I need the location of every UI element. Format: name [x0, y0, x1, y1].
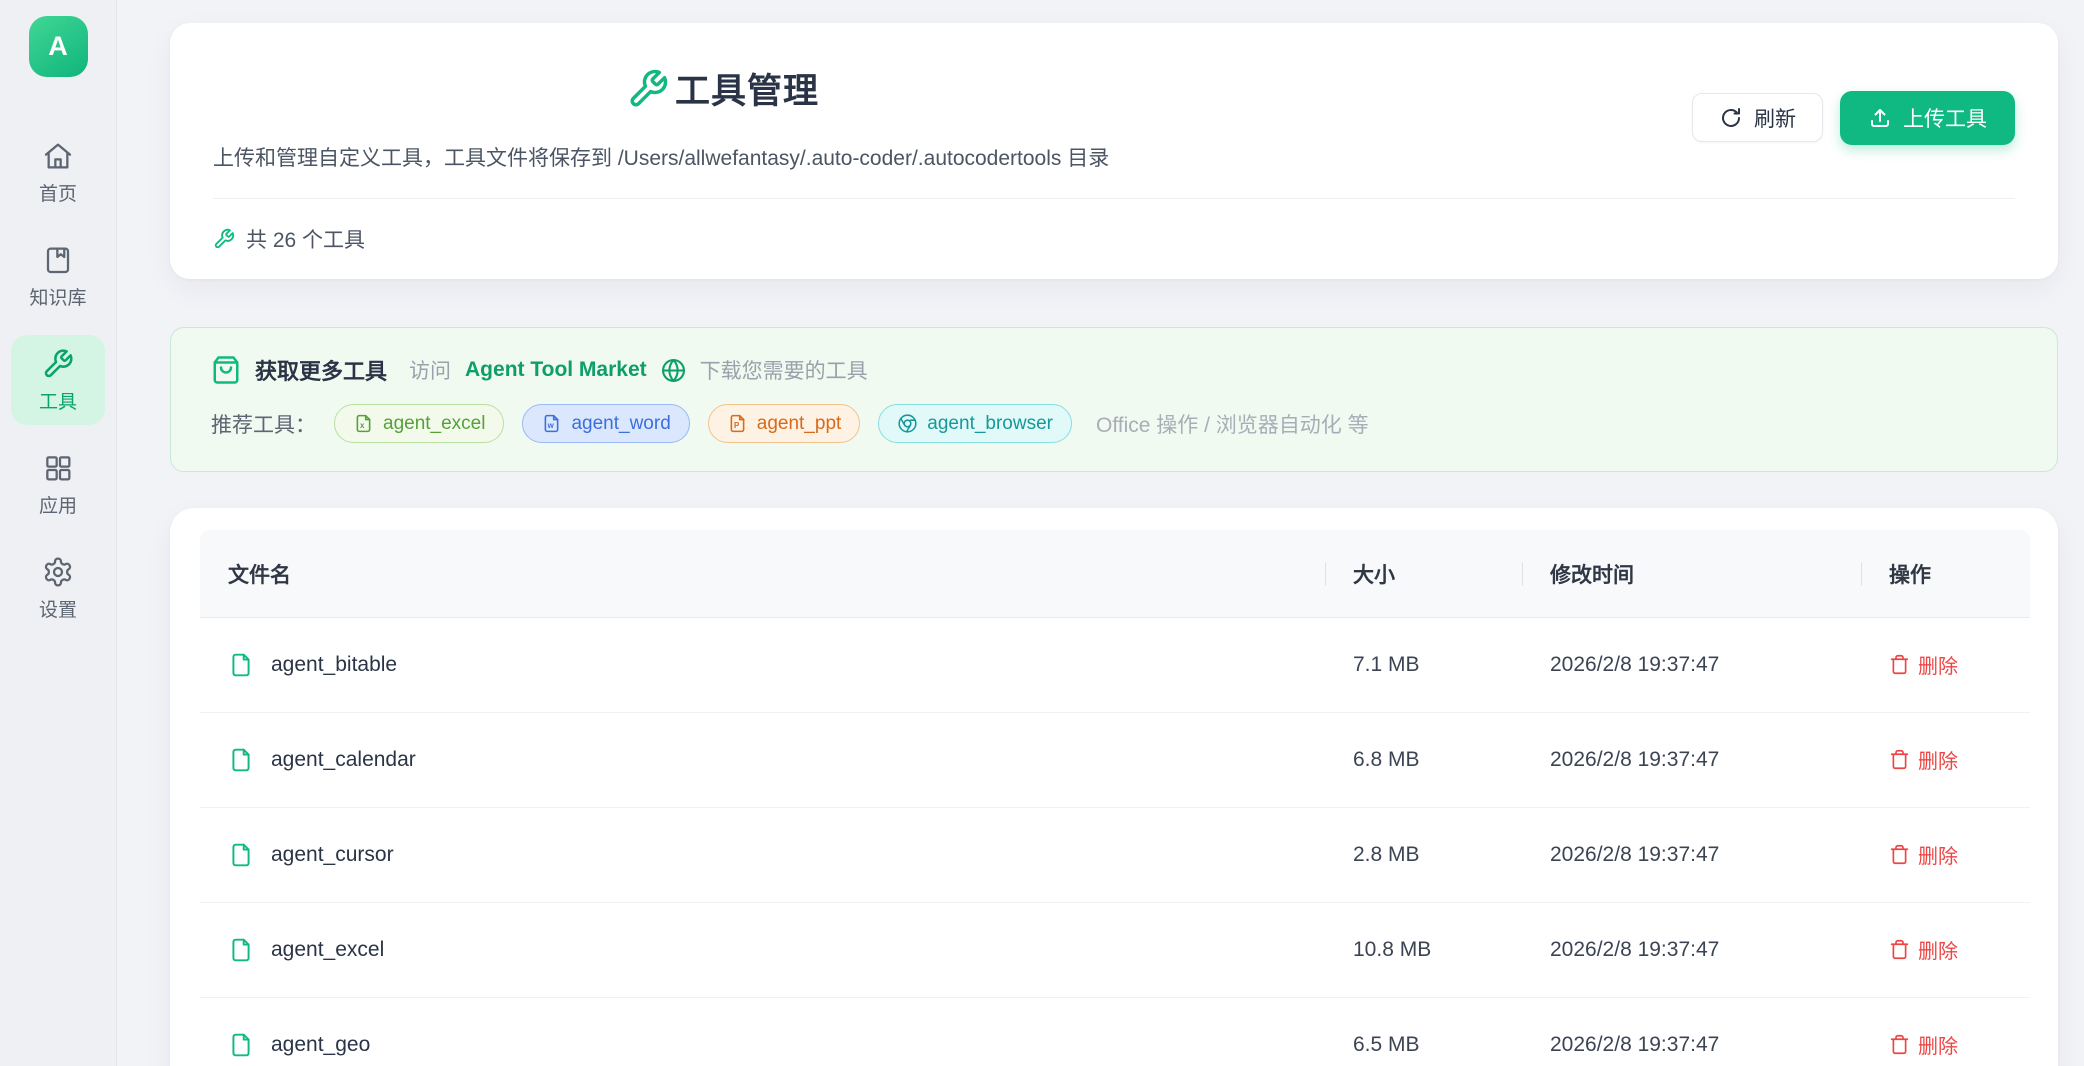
svg-text:x: x: [360, 421, 365, 430]
file-icon: [228, 1032, 254, 1058]
ppt-file-icon: P: [727, 413, 748, 434]
header-card: 工具管理 上传和管理自定义工具，工具文件将保存到 /Users/allwefan…: [170, 23, 2058, 279]
delete-button[interactable]: 删除: [1889, 1030, 1958, 1059]
avatar-letter: A: [48, 31, 68, 62]
tool-count-text: 共 26 个工具: [246, 224, 365, 254]
page-description: 上传和管理自定义工具，工具文件将保存到 /Users/allwefantasy/…: [213, 142, 1109, 172]
tool-market-banner: 获取更多工具 访问 Agent Tool Market 下载您需要的工具 推荐工…: [170, 327, 2058, 472]
refresh-icon: [1719, 106, 1743, 130]
sidebar-item-label: 工具: [39, 387, 77, 414]
refresh-button[interactable]: 刷新: [1692, 93, 1823, 142]
table-row: agent_bitable 7.1 MB 2026/2/8 19:37:47 删…: [200, 618, 2030, 713]
count-wrench-icon: [213, 228, 235, 250]
column-header-modified: 修改时间: [1522, 559, 1861, 589]
file-name: agent_bitable: [271, 653, 397, 677]
delete-button[interactable]: 删除: [1889, 745, 1958, 774]
excel-file-icon: x: [353, 413, 374, 434]
file-icon: [228, 747, 254, 773]
home-icon: [42, 140, 74, 172]
table-header-row: 文件名 大小 修改时间 操作: [200, 530, 2030, 618]
shopping-bag-icon: [211, 355, 241, 385]
file-modified: 2026/2/8 19:37:47: [1522, 653, 1861, 677]
file-modified: 2026/2/8 19:37:47: [1522, 843, 1861, 867]
sidebar-item-label: 设置: [39, 595, 77, 622]
globe-icon: [661, 358, 686, 383]
tags-note: Office 操作 / 浏览器自动化 等: [1096, 409, 1369, 439]
trash-icon: [1889, 1034, 1910, 1055]
table-row: agent_cursor 2.8 MB 2026/2/8 19:37:47 删除: [200, 808, 2030, 903]
tag-agent-word[interactable]: w agent_word: [522, 404, 689, 443]
file-size: 6.8 MB: [1325, 748, 1522, 772]
word-file-icon: w: [541, 413, 562, 434]
file-size: 2.8 MB: [1325, 843, 1522, 867]
file-name: agent_cursor: [271, 843, 394, 867]
tag-agent-excel[interactable]: x agent_excel: [334, 404, 504, 443]
delete-button[interactable]: 删除: [1889, 840, 1958, 869]
file-icon: [228, 842, 254, 868]
main-content: 工具管理 上传和管理自定义工具，工具文件将保存到 /Users/allwefan…: [117, 0, 2084, 1066]
file-name: agent_geo: [271, 1033, 370, 1057]
sidebar-item-apps[interactable]: 应用: [11, 439, 105, 529]
sidebar-item-label: 应用: [39, 491, 77, 518]
file-size: 6.5 MB: [1325, 1033, 1522, 1057]
file-name: agent_calendar: [271, 748, 416, 772]
wrench-icon: [42, 348, 74, 380]
settings-gear-icon: [42, 556, 74, 588]
sidebar-item-tools[interactable]: 工具: [11, 335, 105, 425]
sidebar: A 首页 知识库 工具 应用: [0, 0, 117, 1066]
avatar[interactable]: A: [29, 16, 88, 77]
page-title: 工具管理: [675, 63, 819, 114]
svg-text:w: w: [547, 421, 555, 430]
delete-button[interactable]: 删除: [1889, 650, 1958, 679]
trash-icon: [1889, 939, 1910, 960]
sidebar-item-knowledge[interactable]: 知识库: [11, 231, 105, 321]
column-header-filename: 文件名: [200, 559, 1325, 589]
browser-compass-icon: [897, 413, 918, 434]
file-icon: [228, 937, 254, 963]
tag-agent-ppt[interactable]: P agent_ppt: [708, 404, 861, 443]
table-row: agent_geo 6.5 MB 2026/2/8 19:37:47 删除: [200, 998, 2030, 1066]
table-row: agent_excel 10.8 MB 2026/2/8 19:37:47 删除: [200, 903, 2030, 998]
column-header-actions: 操作: [1861, 559, 2030, 589]
recommend-label: 推荐工具：: [211, 409, 316, 439]
trash-icon: [1889, 844, 1910, 865]
trash-icon: [1889, 749, 1910, 770]
agent-tool-market-link[interactable]: Agent Tool Market: [465, 358, 647, 382]
apps-icon: [42, 452, 74, 484]
svg-text:P: P: [734, 421, 739, 430]
tools-table-card: 文件名 大小 修改时间 操作 agent_bitable 7.1 MB 2026…: [170, 508, 2058, 1066]
banner-suffix-text: 下载您需要的工具: [700, 355, 868, 385]
sidebar-item-settings[interactable]: 设置: [11, 543, 105, 633]
upload-icon: [1868, 106, 1892, 130]
table-row: agent_calendar 6.8 MB 2026/2/8 19:37:47 …: [200, 713, 2030, 808]
file-name: agent_excel: [271, 938, 384, 962]
file-modified: 2026/2/8 19:37:47: [1522, 748, 1861, 772]
column-header-size: 大小: [1325, 559, 1522, 589]
file-size: 10.8 MB: [1325, 938, 1522, 962]
tool-wrench-icon: [627, 68, 669, 110]
sidebar-item-label: 知识库: [29, 283, 86, 310]
knowledge-icon: [42, 244, 74, 276]
delete-button[interactable]: 删除: [1889, 935, 1958, 964]
file-size: 7.1 MB: [1325, 653, 1522, 677]
banner-title: 获取更多工具: [255, 354, 387, 386]
file-modified: 2026/2/8 19:37:47: [1522, 1033, 1861, 1057]
trash-icon: [1889, 654, 1910, 675]
file-modified: 2026/2/8 19:37:47: [1522, 938, 1861, 962]
upload-tool-button[interactable]: 上传工具: [1840, 91, 2015, 145]
sidebar-item-label: 首页: [39, 179, 77, 206]
sidebar-item-home[interactable]: 首页: [11, 127, 105, 217]
file-icon: [228, 652, 254, 678]
tag-agent-browser[interactable]: agent_browser: [878, 404, 1072, 443]
banner-visit-text: 访问: [409, 355, 451, 385]
